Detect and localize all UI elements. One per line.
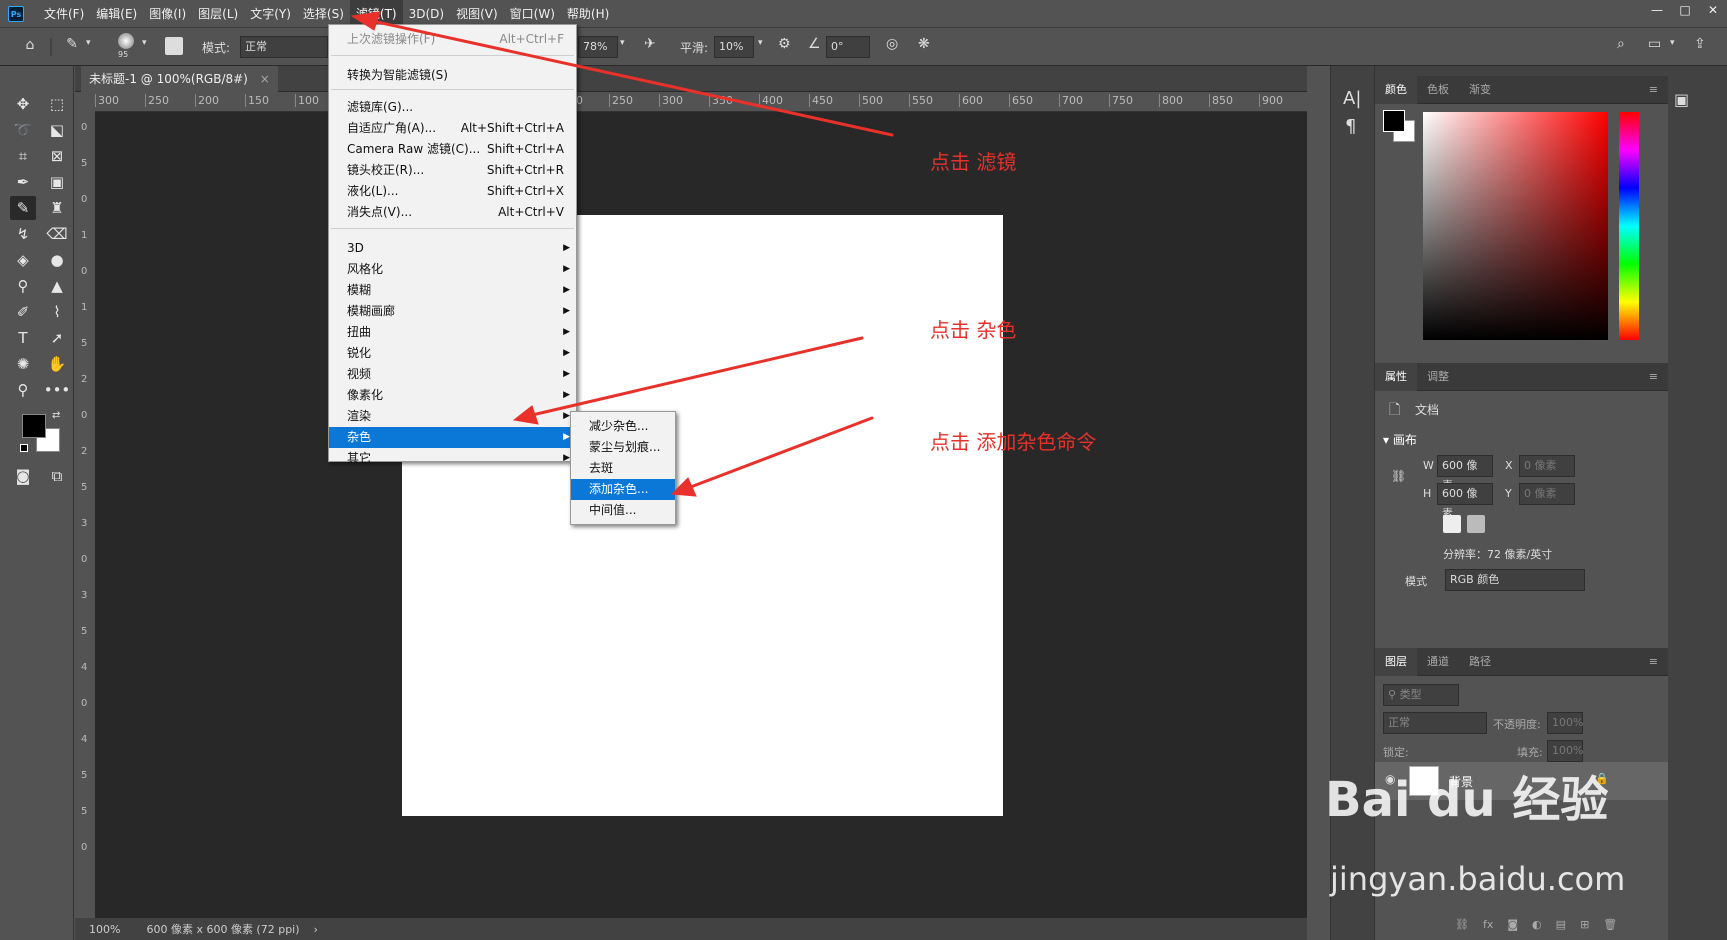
annotation-step3: 点击 添加杂色命令: [930, 430, 1097, 454]
arrow-to-filter-menu: [366, 18, 894, 137]
arrow-to-add-noise: [686, 416, 874, 490]
arrowhead-noise: [512, 405, 539, 425]
baidu-watermark-url: jingyan.baidu.com: [1330, 860, 1626, 898]
annotation-step1: 点击 滤镜: [930, 150, 1017, 174]
annotation-step2: 点击 杂色: [930, 318, 1017, 342]
baidu-watermark-logo: Bai du 经验: [1325, 772, 1609, 828]
arrowhead-add-noise: [670, 477, 697, 497]
arrow-to-noise: [526, 336, 864, 418]
arrowhead-filter: [350, 11, 381, 31]
